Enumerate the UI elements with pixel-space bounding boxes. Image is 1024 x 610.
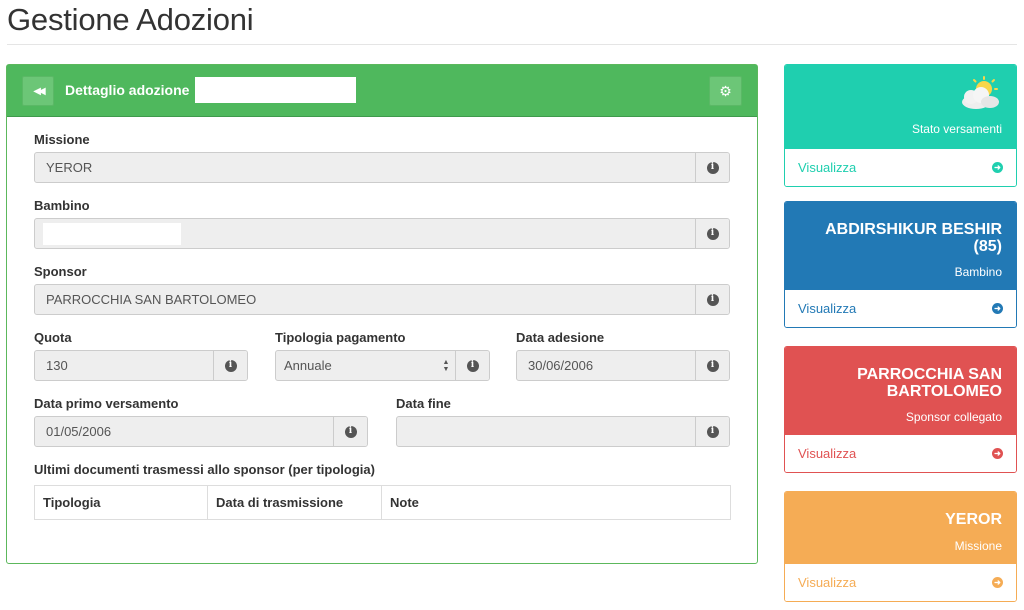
documents-table: Tipologia Data di trasmissione Note: [34, 485, 731, 520]
sponsor-field[interactable]: PARROCCHIA SAN BARTOLOMEO i: [34, 284, 730, 315]
arrow-right-icon: ➜: [992, 448, 1003, 459]
visualizza-link[interactable]: Visualizza ➜: [785, 564, 1016, 601]
sponsor-collegato-widget: PARROCCHIA SAN BARTOLOMEO Sponsor colleg…: [784, 346, 1017, 473]
redacted-adoption-id: [195, 77, 356, 103]
data-fine-info-button[interactable]: i: [695, 417, 729, 446]
arrow-right-icon: ➜: [992, 303, 1003, 314]
tipologia-info-button[interactable]: i: [455, 351, 489, 380]
missione-field[interactable]: YEROR i: [34, 152, 730, 183]
data-adesione-info-button[interactable]: i: [695, 351, 729, 380]
info-icon: i: [706, 425, 719, 438]
data-primo-versamento-field[interactable]: 01/05/2006 i: [34, 416, 368, 447]
visualizza-link[interactable]: Visualizza ➜: [785, 149, 1016, 186]
visualizza-label: Visualizza: [798, 160, 857, 175]
quota-field[interactable]: 130 i: [34, 350, 248, 381]
info-icon: i: [224, 359, 237, 372]
bambino-widget: ABDIRSHIKUR BESHIR (85) Bambino Visualiz…: [784, 201, 1017, 328]
bambino-label: Bambino: [34, 198, 90, 213]
partly-cloudy-weather-icon: [962, 76, 999, 109]
data-fine-label: Data fine: [396, 396, 451, 411]
info-icon: i: [706, 293, 719, 306]
arrow-right-icon: ➜: [992, 162, 1003, 173]
sponsor-value: PARROCCHIA SAN BARTOLOMEO: [46, 292, 257, 307]
widget-subtitle: Stato versamenti: [911, 122, 1002, 136]
data-adesione-value: 30/06/2006: [528, 358, 594, 373]
column-header-tipologia: Tipologia: [34, 485, 208, 520]
tipologia-pagamento-select[interactable]: Annuale ▲ ▼ i: [275, 350, 490, 381]
title-divider: [7, 44, 1017, 45]
sponsor-info-button[interactable]: i: [695, 285, 729, 314]
panel-header: ◀◀ Dettaglio adozione ⚙: [7, 65, 757, 117]
missione-value: YEROR: [46, 160, 93, 175]
back-button[interactable]: ◀◀: [22, 76, 54, 106]
visualizza-label: Visualizza: [798, 446, 857, 461]
missione-info-button[interactable]: i: [695, 153, 729, 182]
data-adesione-label: Data adesione: [516, 330, 605, 345]
widget-subtitle: Bambino: [954, 265, 1002, 279]
widget-title: YEROR: [945, 511, 1002, 528]
table-header-row: Tipologia Data di trasmissione Note: [34, 485, 731, 520]
widget-header: PARROCCHIA SAN BARTOLOMEO Sponsor colleg…: [785, 347, 1016, 435]
stato-versamenti-widget: Stato versamenti Visualizza ➜: [784, 64, 1017, 187]
info-icon: i: [706, 227, 719, 240]
panel-title: Dettaglio adozione: [65, 82, 190, 98]
quota-label: Quota: [34, 330, 72, 345]
widget-header: Stato versamenti: [785, 65, 1016, 149]
visualizza-link[interactable]: Visualizza ➜: [785, 290, 1016, 327]
data-primo-versamento-info-button[interactable]: i: [333, 417, 367, 446]
data-primo-versamento-value: 01/05/2006: [46, 424, 112, 439]
info-icon: i: [466, 359, 479, 372]
widget-header: ABDIRSHIKUR BESHIR (85) Bambino: [785, 202, 1016, 290]
info-icon: i: [706, 359, 719, 372]
tipologia-pagamento-label: Tipologia pagamento: [275, 330, 406, 345]
quota-info-button[interactable]: i: [213, 351, 247, 380]
visualizza-label: Visualizza: [798, 575, 857, 590]
widget-title: ABDIRSHIKUR BESHIR (85): [825, 221, 1002, 255]
documents-title: Ultimi documenti trasmessi allo sponsor …: [34, 462, 375, 477]
widget-subtitle: Missione: [954, 539, 1002, 553]
sponsor-label: Sponsor: [34, 264, 87, 279]
widget-subtitle: Sponsor collegato: [905, 410, 1002, 424]
tipologia-pagamento-value: Annuale: [284, 358, 332, 373]
redacted-child-name: [43, 223, 181, 245]
page-title: Gestione Adozioni: [7, 2, 254, 37]
data-primo-versamento-label: Data primo versamento: [34, 396, 179, 411]
widget-title: PARROCCHIA SAN BARTOLOMEO: [857, 366, 1002, 400]
settings-button[interactable]: ⚙: [709, 76, 742, 106]
bambino-field[interactable]: i: [34, 218, 730, 249]
column-header-note: Note: [390, 495, 419, 510]
double-chevron-left-icon: ◀◀: [33, 85, 46, 97]
visualizza-link[interactable]: Visualizza ➜: [785, 435, 1016, 472]
select-caret-icon: ▲ ▼: [442, 358, 450, 373]
adoption-detail-panel: ◀◀ Dettaglio adozione ⚙ Missione YEROR i…: [6, 64, 758, 564]
missione-widget: YEROR Missione Visualizza ➜: [784, 491, 1017, 602]
info-icon: i: [344, 425, 357, 438]
data-fine-value: [397, 417, 695, 446]
data-fine-field[interactable]: i: [396, 416, 730, 447]
gear-icon: ⚙: [719, 82, 732, 99]
bambino-info-button[interactable]: i: [695, 219, 729, 248]
widget-header: YEROR Missione: [785, 492, 1016, 564]
info-icon: i: [706, 161, 719, 174]
data-adesione-field[interactable]: 30/06/2006 i: [516, 350, 730, 381]
missione-label: Missione: [34, 132, 90, 147]
column-header-data-trasmissione: Data di trasmissione: [207, 485, 382, 520]
visualizza-label: Visualizza: [798, 301, 857, 316]
quota-value: 130: [46, 358, 68, 373]
arrow-right-icon: ➜: [992, 577, 1003, 588]
